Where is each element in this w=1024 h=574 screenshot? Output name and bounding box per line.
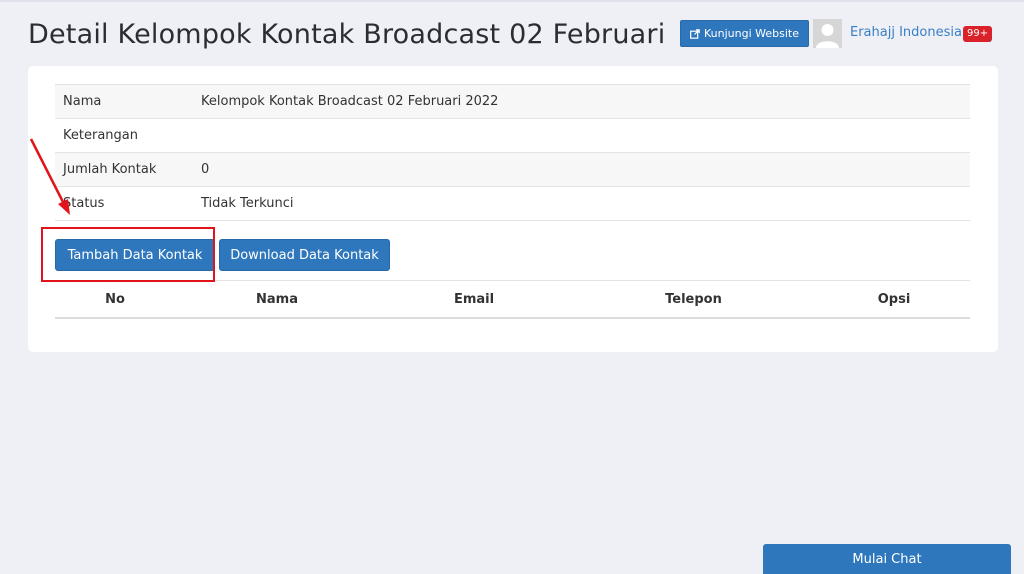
page-title: Detail Kelompok Kontak Broadcast 02 Febr… xyxy=(28,18,666,50)
column-header-telepon[interactable]: Telepon xyxy=(569,280,818,319)
top-border xyxy=(0,0,1024,2)
detail-row: Status Tidak Terkunci xyxy=(55,186,970,221)
detail-card: Nama Kelompok Kontak Broadcast 02 Februa… xyxy=(28,66,998,352)
column-header-no[interactable]: No xyxy=(55,280,175,319)
header-trailing-dot: . xyxy=(988,30,992,44)
detail-key: Status xyxy=(55,186,193,221)
column-header-email[interactable]: Email xyxy=(379,280,569,319)
detail-row: Keterangan xyxy=(55,118,970,153)
page-header: Detail Kelompok Kontak Broadcast 02 Febr… xyxy=(28,14,665,54)
detail-row: Nama Kelompok Kontak Broadcast 02 Februa… xyxy=(55,84,970,119)
visit-website-button[interactable]: Kunjungi Website xyxy=(680,20,809,47)
external-link-icon xyxy=(690,28,700,39)
add-contact-button[interactable]: Tambah Data Kontak xyxy=(55,239,215,271)
detail-value xyxy=(193,118,970,153)
detail-value: Tidak Terkunci xyxy=(193,186,970,221)
user-avatar-icon[interactable] xyxy=(813,19,842,48)
detail-value: Kelompok Kontak Broadcast 02 Februari 20… xyxy=(193,84,970,119)
detail-key: Keterangan xyxy=(55,118,193,153)
contacts-header-row: No Nama Email Telepon Opsi xyxy=(55,280,970,319)
detail-key: Nama xyxy=(55,84,193,119)
visit-website-label: Kunjungi Website xyxy=(704,27,799,40)
detail-row: Jumlah Kontak 0 xyxy=(55,152,970,187)
user-name-link[interactable]: Erahajj Indonesia xyxy=(850,25,962,40)
download-contacts-button[interactable]: Download Data Kontak xyxy=(219,239,390,271)
column-header-opsi[interactable]: Opsi xyxy=(818,280,970,319)
contacts-table: No Nama Email Telepon Opsi xyxy=(55,280,970,319)
detail-key: Jumlah Kontak xyxy=(55,152,193,187)
column-header-nama[interactable]: Nama xyxy=(175,280,379,319)
detail-value: 0 xyxy=(193,152,970,187)
detail-table: Nama Kelompok Kontak Broadcast 02 Februa… xyxy=(55,84,970,221)
